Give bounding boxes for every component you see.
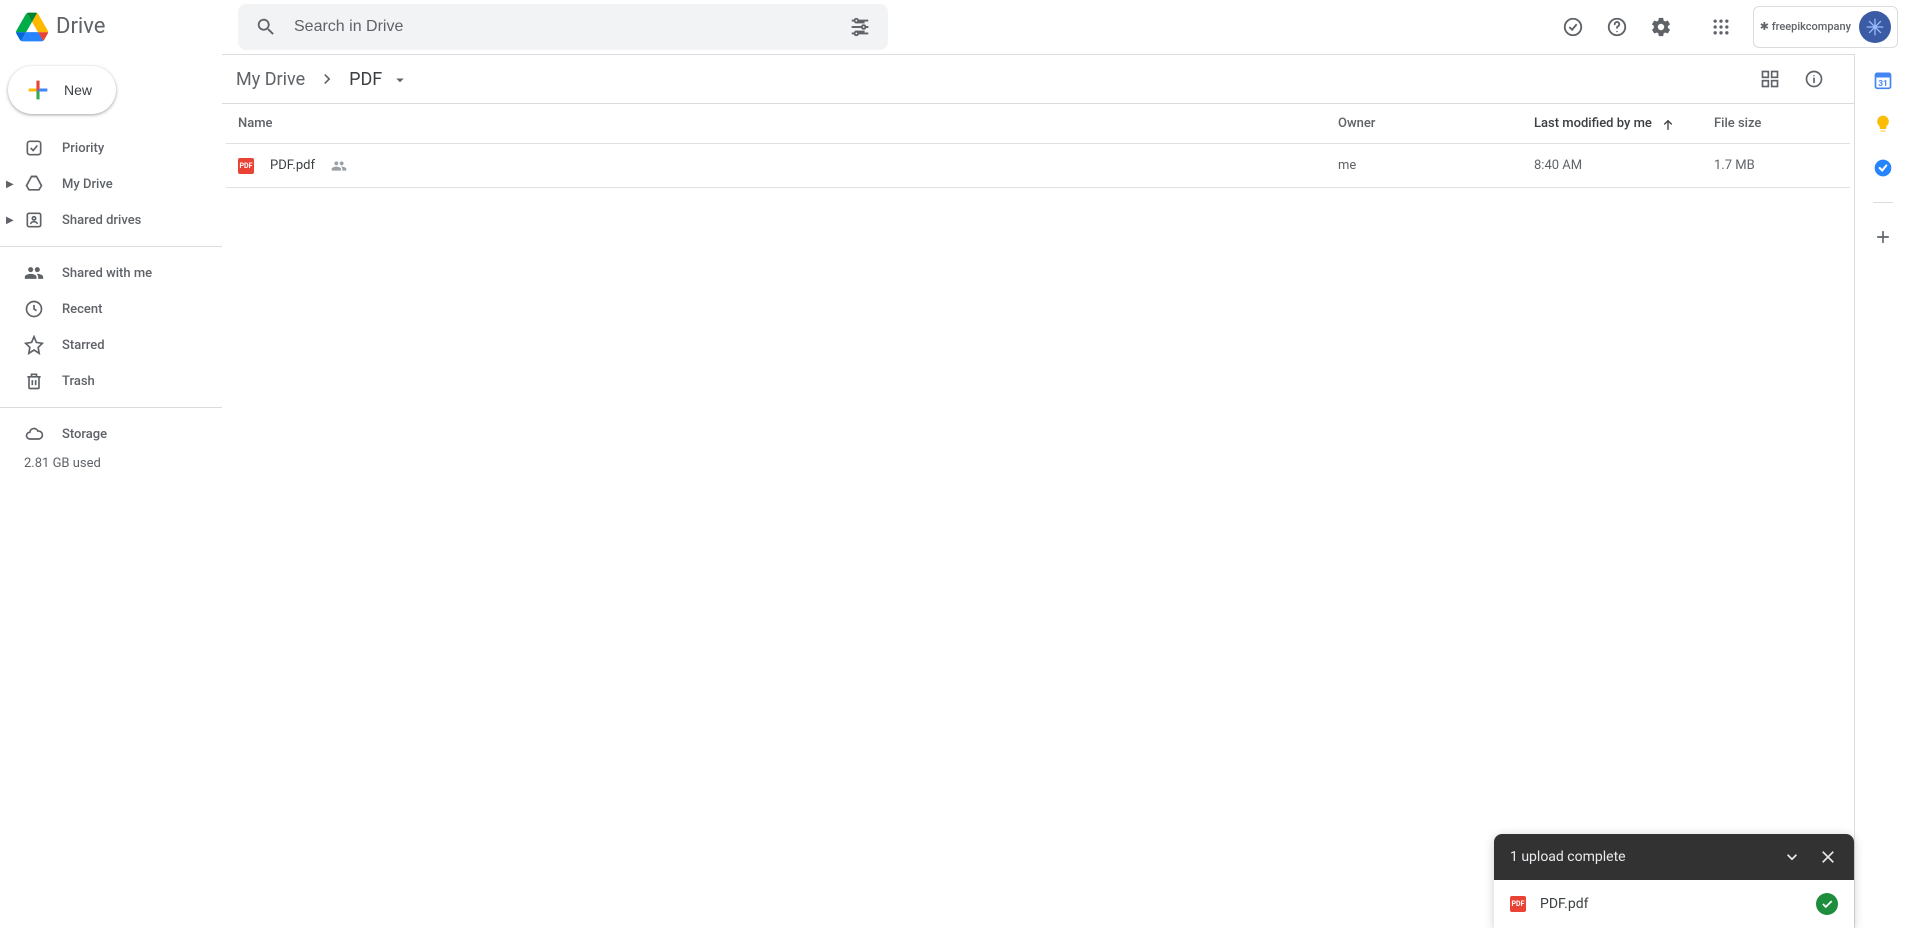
- breadcrumb-current-label: PDF: [349, 69, 382, 90]
- toast-row[interactable]: PDF PDF.pdf: [1494, 880, 1854, 928]
- col-modified-label: Last modified by me: [1534, 116, 1652, 131]
- cloud-icon: [24, 424, 44, 444]
- table-header: Name Owner Last modified by me File size: [226, 104, 1850, 144]
- divider: [0, 407, 222, 408]
- settings-icon[interactable]: [1641, 7, 1681, 47]
- sidebar-item-storage[interactable]: Storage: [0, 416, 222, 452]
- apps-icon[interactable]: [1701, 7, 1741, 47]
- sidebar-item-label: Priority: [62, 141, 104, 156]
- sidebar-item-label: Shared with me: [62, 266, 152, 281]
- ready-offline-icon[interactable]: [1553, 7, 1593, 47]
- search-options-icon[interactable]: [840, 7, 880, 47]
- drive-logo-icon: [16, 11, 48, 43]
- sidebar-item-label: My Drive: [62, 177, 113, 192]
- close-icon[interactable]: [1810, 839, 1846, 875]
- pdf-icon: PDF: [238, 158, 254, 174]
- search-box[interactable]: [238, 4, 888, 50]
- my-drive-icon: [24, 174, 44, 194]
- people-icon: [24, 263, 44, 283]
- toast-header: 1 upload complete: [1494, 834, 1854, 880]
- sidebar-item-starred[interactable]: Starred: [0, 327, 222, 363]
- sidebar-item-label: Shared drives: [62, 213, 141, 228]
- divider: [1873, 202, 1893, 203]
- clock-icon: [24, 299, 44, 319]
- logo[interactable]: Drive: [8, 11, 230, 43]
- file-name: PDF.pdf: [270, 158, 315, 173]
- chevron-right-icon: [317, 69, 337, 89]
- path-actions: [1750, 59, 1834, 99]
- chevron-right-icon[interactable]: ▶: [6, 179, 14, 190]
- sidebar-item-label: Storage: [62, 427, 107, 442]
- priority-icon: [24, 138, 44, 158]
- sidebar-item-trash[interactable]: Trash: [0, 363, 222, 399]
- toast-file-name: PDF.pdf: [1540, 896, 1588, 912]
- file-table: Name Owner Last modified by me File size…: [222, 104, 1854, 188]
- main: My Drive PDF: [222, 54, 1854, 928]
- sidebar-item-label: Recent: [62, 302, 102, 317]
- new-button[interactable]: New: [8, 66, 116, 114]
- dropdown-icon: [391, 71, 409, 89]
- cell-owner: me: [1338, 158, 1534, 173]
- chevron-right-icon[interactable]: ▶: [6, 215, 14, 226]
- help-icon[interactable]: [1597, 7, 1637, 47]
- cell-modified: 8:40 AM: [1534, 158, 1714, 173]
- breadcrumb: My Drive PDF: [226, 65, 415, 94]
- details-icon[interactable]: [1794, 59, 1834, 99]
- toast-title: 1 upload complete: [1510, 849, 1626, 865]
- upload-toast: 1 upload complete PDF PDF.pdf: [1494, 834, 1854, 928]
- add-icon[interactable]: [1873, 227, 1893, 247]
- org-chip[interactable]: ✱ freepikcompany: [1753, 6, 1898, 48]
- breadcrumb-root[interactable]: My Drive: [230, 65, 311, 94]
- svg-text:31: 31: [1878, 79, 1888, 89]
- plus-icon: [24, 76, 52, 104]
- org-label: ✱ freepikcompany: [1760, 20, 1851, 33]
- check-icon: [1816, 893, 1838, 915]
- sidebar-item-shared-with-me[interactable]: Shared with me: [0, 255, 222, 291]
- col-size[interactable]: File size: [1714, 116, 1834, 131]
- sidebar-item-shared-drives[interactable]: ▶ Shared drives: [0, 202, 222, 238]
- sidebar-item-my-drive[interactable]: ▶ My Drive: [0, 166, 222, 202]
- header: Drive ✱ fr: [0, 0, 1910, 54]
- sidebar-item-recent[interactable]: Recent: [0, 291, 222, 327]
- trash-icon: [24, 371, 44, 391]
- col-name[interactable]: Name: [238, 116, 1338, 131]
- sidebar: New Priority ▶ My Drive ▶ Shared drives: [0, 54, 222, 928]
- table-row[interactable]: PDF PDF.pdf me 8:40 AM 1.7 MB: [226, 144, 1850, 188]
- shared-icon: [331, 158, 347, 174]
- col-modified[interactable]: Last modified by me: [1534, 116, 1714, 132]
- cell-name: PDF PDF.pdf: [238, 158, 1338, 174]
- avatar[interactable]: [1859, 11, 1891, 43]
- sidebar-item-priority[interactable]: Priority: [0, 130, 222, 166]
- arrow-up-icon: [1660, 116, 1676, 132]
- breadcrumb-current[interactable]: PDF: [343, 65, 415, 94]
- search-input[interactable]: [286, 18, 840, 36]
- path-row: My Drive PDF: [222, 55, 1854, 103]
- shared-drives-icon: [24, 210, 44, 230]
- cell-size: 1.7 MB: [1714, 158, 1834, 173]
- new-button-label: New: [64, 82, 92, 98]
- pdf-icon: PDF: [1510, 896, 1526, 912]
- header-actions: ✱ freepikcompany: [1553, 6, 1902, 48]
- sidebar-item-label: Starred: [62, 338, 105, 353]
- calendar-icon[interactable]: 31: [1873, 70, 1893, 90]
- star-icon: [24, 335, 44, 355]
- storage-used: 2.81 GB used: [0, 452, 222, 471]
- col-owner[interactable]: Owner: [1338, 116, 1534, 131]
- grid-view-icon[interactable]: [1750, 59, 1790, 99]
- keep-icon[interactable]: [1873, 114, 1893, 134]
- collapse-icon[interactable]: [1774, 839, 1810, 875]
- right-rail: 31: [1854, 54, 1910, 928]
- sidebar-item-label: Trash: [62, 374, 95, 389]
- divider: [0, 246, 222, 247]
- app-name: Drive: [56, 14, 105, 39]
- search-icon[interactable]: [246, 7, 286, 47]
- tasks-icon[interactable]: [1873, 158, 1893, 178]
